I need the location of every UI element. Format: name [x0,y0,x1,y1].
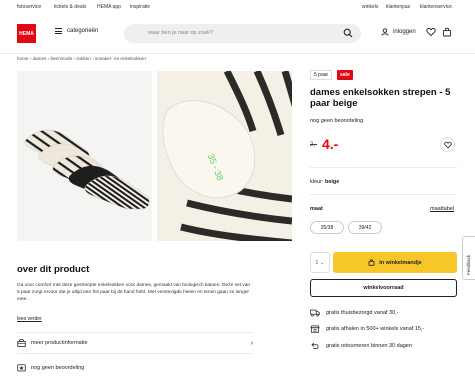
read-more-link[interactable]: lees verder [17,316,42,322]
size-option-35-38[interactable]: 35/38 [310,221,344,234]
sale-badge: sale [337,70,353,80]
color-row: kleur: beige [310,179,339,185]
breadcrumb[interactable]: home › dames › beenmode › sokken › sneak… [17,56,146,61]
hema-logo[interactable]: HEMA [17,24,36,43]
topbar-link-tickets[interactable]: tickets & deals [54,4,86,10]
product-image-main[interactable] [17,71,152,241]
divider [17,353,253,354]
login-button[interactable]: inloggen [381,28,416,36]
usp-delivery-text: gratis thuisbezorgd vanaf 30,- [326,310,399,316]
more-info-label: meer productinformatie [31,340,88,346]
feedback-label: Feedback [466,254,471,275]
usp-pickup-text: gratis afhalen in 500+ winkels vanaf 15,… [326,326,425,332]
topbar-link-klantenservice[interactable]: klantenservice [420,4,452,10]
more-info-row[interactable]: meer productinformatie › [17,334,253,352]
price-old: 2,- [310,142,318,148]
shopping-bag-icon[interactable] [442,27,452,37]
quantity-select[interactable]: 1 ⌄ [310,252,330,273]
categories-label: categorieën [67,28,99,34]
topbar-link-fotoservice[interactable]: fotoservice [17,4,41,10]
add-to-cart-button[interactable]: in winkelmandje [333,252,457,273]
chevron-down-icon: ⌄ [320,259,325,266]
chevron-right-icon: › [250,339,253,347]
usp-returns-text: gratis retourneren binnen 30 dagen [326,343,412,349]
topbar-link-inspiratie[interactable]: inspiratie [130,4,150,10]
about-heading: over dit product [17,264,90,275]
truck-icon [310,309,320,317]
topbar-link-winkels[interactable]: winkels [362,4,378,10]
user-icon [381,28,389,36]
search-icon[interactable] [343,28,353,38]
star-review-icon [17,363,26,371]
reviews-row[interactable]: nog geen beoordeling [17,359,253,377]
review-summary[interactable]: nog geen beoordeling [310,118,363,124]
site-header: HEMA categorieën waar ben je naar op zoe… [0,14,475,54]
socks-photo [24,129,150,210]
product-title: dames enkelsokken strepen - 5 paar beige [310,87,451,109]
topbar-link-app[interactable]: HEMA app [97,4,121,10]
login-label: inloggen [393,29,416,35]
categories-menu-button[interactable]: categorieën [55,28,98,34]
wishlist-button[interactable] [440,137,455,152]
search-input[interactable]: waar ben je naar op zoek? [124,24,361,43]
divider [17,332,253,333]
top-utility-bar: fotoservice tickets & deals HEMA app ins… [0,0,475,14]
about-description: Ga voor comfort met deze gestreepte enke… [17,283,251,302]
sock-closeup-photo: 35 - 38 [157,71,292,241]
feedback-tab[interactable]: Feedback [462,236,475,280]
quantity-value: 1 [315,259,319,266]
usp-pickup: gratis afhalen in 500+ winkels vanaf 15,… [310,325,424,333]
topbar-link-klantenpas[interactable]: klantenpas [386,4,410,10]
price-current: 4.- [322,136,339,152]
store-stock-button[interactable]: winkelvoorraad [310,279,457,297]
heart-icon[interactable] [426,27,436,37]
divider [310,167,457,168]
divider [310,194,457,195]
size-option-39-42[interactable]: 39/42 [348,221,382,234]
search-placeholder: waar ben je naar op zoek? [148,30,213,36]
store-icon [310,325,320,333]
color-label: kleur: [310,179,324,185]
size-label: maat [310,206,323,212]
usp-returns: gratis retourneren binnen 30 dagen [310,342,412,350]
hamburger-icon [55,28,62,34]
color-value: beige [324,179,340,185]
usp-delivery: gratis thuisbezorgd vanaf 30,- [310,309,398,317]
reviews-label: nog geen beoordeling [31,365,85,371]
heart-icon [443,141,452,148]
size-table-link[interactable]: maattabel [430,206,454,212]
pack-size-chip: 5 paar [310,70,333,80]
product-info-icon [17,339,26,347]
shopping-bag-icon [368,259,375,266]
return-arrow-icon [311,342,319,349]
product-image-detail[interactable]: 35 - 38 [157,71,292,241]
add-to-cart-label: in winkelmandje [379,259,422,266]
